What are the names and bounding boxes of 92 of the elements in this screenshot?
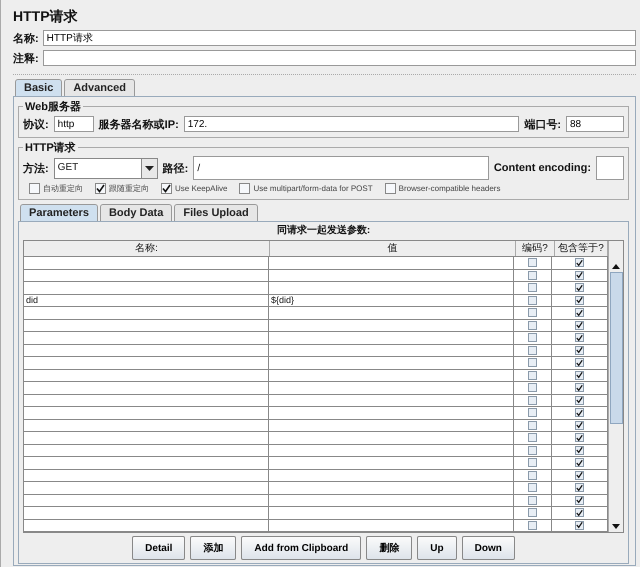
encode-checkbox[interactable] [528,370,537,380]
include-equals-checkbox[interactable] [575,320,584,330]
option-checkbox[interactable]: Use KeepAlive [161,183,228,194]
encode-checkbox[interactable] [528,396,537,405]
scroll-thumb[interactable] [610,272,622,424]
action-button[interactable]: 添加 [190,536,236,560]
action-button[interactable]: Up [417,536,457,560]
column-header[interactable]: 编码? [516,241,555,256]
encode-checkbox[interactable] [528,446,537,455]
encode-checkbox[interactable] [528,320,537,330]
protocol-label: 协议: [23,118,49,132]
encode-checkbox[interactable] [528,296,537,305]
encode-checkbox[interactable] [528,470,537,480]
include-equals-checkbox[interactable] [575,258,584,268]
include-equals-checkbox[interactable] [575,270,584,280]
include-equals-checkbox[interactable] [575,396,584,405]
tab[interactable]: Parameters [20,204,98,221]
encode-checkbox[interactable] [528,358,537,368]
include-equals-checkbox[interactable] [575,496,584,505]
option-checkbox[interactable]: Browser-compatible headers [384,183,500,194]
panel-title: HTTP请求 [13,7,79,26]
encode-checkbox[interactable] [528,508,537,518]
encode-checkbox[interactable] [528,346,537,355]
path-field[interactable]: / [193,156,489,180]
method-dropdown[interactable]: GET [54,158,158,178]
tab[interactable]: Basic [15,79,62,96]
option-checkbox[interactable]: 自动重定向 [29,183,83,194]
scrollbar[interactable] [608,241,623,532]
encode-checkbox[interactable] [528,258,537,268]
option-checkbox[interactable]: 跟随重定向 [95,183,149,194]
encode-checkbox[interactable] [528,433,537,442]
encode-checkbox[interactable] [528,408,537,418]
table-cell: ${did} [271,294,294,304]
name-field[interactable]: HTTP请求 [42,30,636,46]
port-label: 端口号: [524,118,561,132]
encode-checkbox[interactable] [528,420,537,430]
encode-checkbox[interactable] [528,520,537,530]
action-button[interactable]: Add from Clipboard [241,536,362,560]
include-equals-checkbox[interactable] [575,520,584,530]
include-equals-checkbox[interactable] [575,346,584,355]
encode-checkbox[interactable] [528,458,537,468]
server-field[interactable]: 172. [184,116,520,132]
encoding-field[interactable] [596,156,624,180]
encode-checkbox[interactable] [528,270,537,280]
port-field[interactable]: 88 [566,116,624,132]
include-equals-checkbox[interactable] [575,296,584,305]
include-equals-checkbox[interactable] [575,358,584,368]
table-cell: did [26,294,38,304]
tab[interactable]: Body Data [100,204,172,221]
comment-label: 注释: [13,52,39,66]
include-equals-checkbox[interactable] [575,333,584,342]
column-header[interactable]: 名称: [24,241,270,256]
method-label: 方法: [23,162,49,176]
scroll-down-icon [612,524,620,529]
option-checkbox[interactable]: Use multipart/form-data for POST [239,183,373,194]
encode-checkbox[interactable] [528,383,537,392]
column-header[interactable]: 值 [270,241,516,256]
include-equals-checkbox[interactable] [575,308,584,318]
table-caption: 同请求一起发送参数: [276,224,372,238]
include-equals-checkbox[interactable] [575,370,584,380]
encode-checkbox[interactable] [528,283,537,292]
include-equals-checkbox[interactable] [575,420,584,430]
include-equals-checkbox[interactable] [575,433,584,442]
action-button[interactable]: 删除 [366,536,412,560]
include-equals-checkbox[interactable] [575,508,584,518]
encode-checkbox[interactable] [528,308,537,318]
tab[interactable]: Files Upload [174,204,258,221]
include-equals-checkbox[interactable] [575,458,584,468]
comment-field[interactable] [42,50,636,66]
caret-icon [144,166,154,170]
include-equals-checkbox[interactable] [575,470,584,480]
include-equals-checkbox[interactable] [575,283,584,292]
protocol-field[interactable]: http [54,116,94,132]
encode-checkbox[interactable] [528,483,537,492]
server-label: 服务器名称或IP: [98,118,179,132]
tab[interactable]: Advanced [64,79,135,96]
action-button[interactable]: Down [462,536,515,560]
path-label: 路径: [162,162,188,176]
include-equals-checkbox[interactable] [575,408,584,418]
check-icon [162,184,171,193]
encode-checkbox[interactable] [528,333,537,342]
include-equals-checkbox[interactable] [575,483,584,492]
action-button[interactable]: Detail [132,536,186,560]
encoding-label: Content encoding: [494,162,591,174]
name-label: 名称: [13,32,39,46]
include-equals-checkbox[interactable] [575,446,584,455]
check-icon [96,184,105,193]
group-title: HTTP请求 [24,140,77,155]
group-title: Web服务器 [24,100,82,114]
scroll-up-icon [612,264,620,269]
encode-checkbox[interactable] [528,496,537,505]
include-equals-checkbox[interactable] [575,383,584,392]
